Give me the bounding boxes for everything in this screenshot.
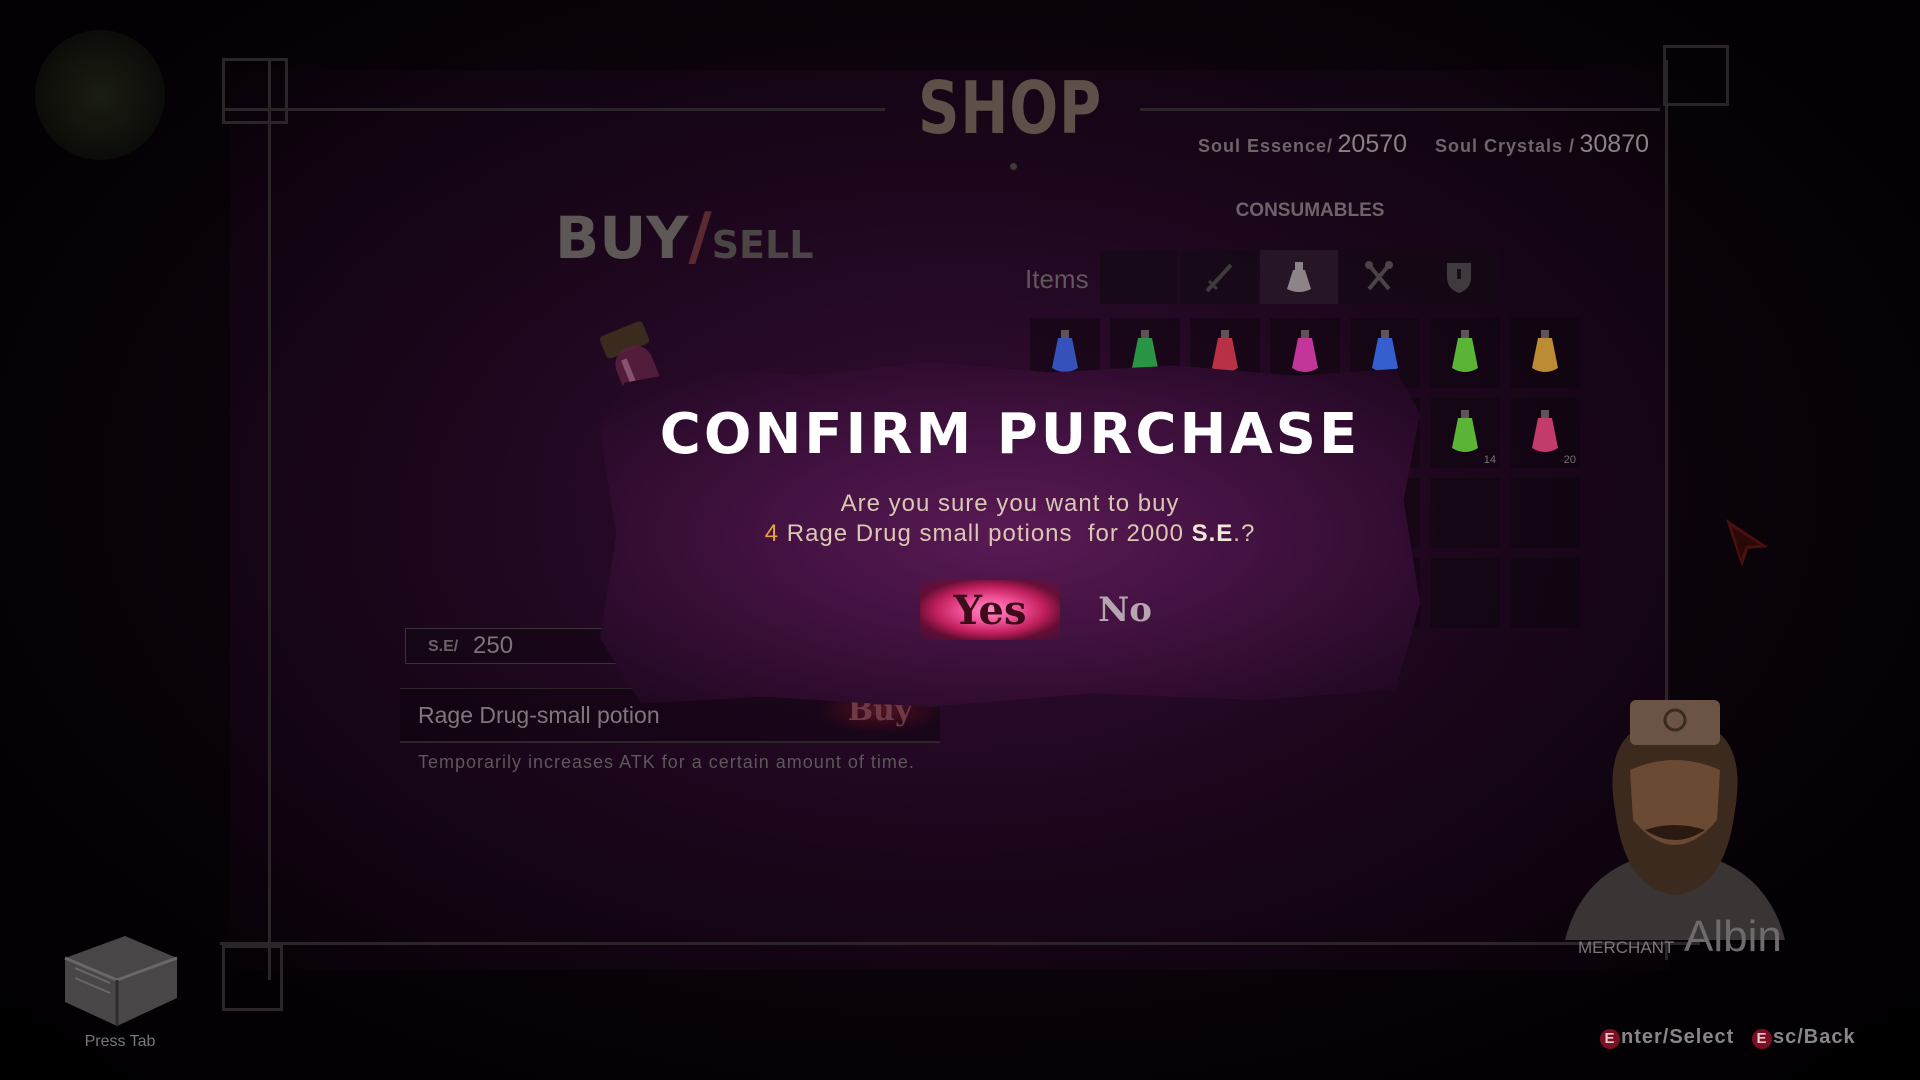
soul-crystals-value: 30870 [1579, 130, 1650, 158]
dialog-suffix: .? [1233, 520, 1256, 547]
tools-icon [1365, 261, 1393, 291]
item-slot[interactable] [1430, 318, 1500, 388]
enter-hint-text: nter/Select [1621, 1026, 1735, 1048]
items-label: Items [1025, 264, 1089, 294]
dialog-currency: S.E [1191, 520, 1234, 547]
price-value: 250 [473, 632, 514, 659]
dialog-quantity: 4 [764, 520, 780, 547]
frame-left [268, 60, 271, 980]
enter-key-icon: E [1600, 1029, 1620, 1049]
soul-essence-label: Soul Essence/ [1198, 136, 1334, 156]
tab-consumables[interactable] [1260, 250, 1338, 304]
item-slot[interactable] [1510, 318, 1580, 388]
item-slot[interactable]: 20 [1510, 398, 1580, 468]
frame-corner-tl [222, 58, 288, 124]
item-description: Temporarily increases ATK for a certain … [418, 752, 915, 772]
soul-crystals: Soul Crystals / 30870 [1435, 130, 1649, 159]
item-slot[interactable] [1510, 478, 1580, 548]
frame-top-left [225, 108, 885, 111]
sell-tab[interactable]: SELL [712, 223, 814, 267]
merchant-name: Albin [1684, 912, 1782, 961]
item-slot[interactable] [1430, 478, 1500, 548]
no-button[interactable]: No [1080, 582, 1170, 638]
buy-tab[interactable]: BUY [555, 204, 688, 272]
dialog-title: CONFIRM PURCHASE [659, 402, 1361, 467]
price-label: S.E/ [428, 638, 459, 655]
merchant-portrait [1565, 700, 1785, 940]
frame-corner-bl [222, 945, 283, 1011]
potion-icon [1525, 408, 1565, 463]
category-title: CONSUMABLES [1235, 200, 1385, 221]
item-slot[interactable] [1510, 558, 1580, 628]
soul-essence-value: 20570 [1337, 130, 1408, 158]
item-slot[interactable] [1430, 558, 1500, 628]
esc-hint: Esc/Back [1752, 1026, 1856, 1049]
cursor-arrow-icon [1726, 519, 1768, 567]
enter-hint: Enter/Select [1600, 1026, 1734, 1049]
emblem-icon [35, 30, 165, 160]
potion-icon [1525, 328, 1565, 383]
shield-icon [1447, 263, 1471, 293]
merchant-role: MERCHANT [1578, 938, 1675, 957]
press-tab-hint: Press Tab [84, 1033, 156, 1050]
frame-top-right [1140, 108, 1660, 111]
title-dot [1010, 163, 1017, 170]
soul-essence: Soul Essence/ 20570 [1198, 130, 1407, 159]
potion-icon [1445, 328, 1485, 383]
dialog-item-text: Rage Drug small potions for 2000 [779, 520, 1192, 547]
tab-tools[interactable] [1340, 250, 1418, 304]
shop-title: SHOP [917, 66, 1103, 150]
game-screen: SHOP Soul Essence/ 20570 Soul Crystals /… [0, 0, 1920, 1080]
sword-icon [1205, 263, 1233, 293]
item-quantity: 20 [1563, 454, 1576, 466]
yes-button[interactable]: Yes [920, 580, 1060, 640]
buy-sell-toggle: BUY/SELL [555, 200, 813, 274]
book-icon [64, 936, 178, 1026]
frame-corner-tr [1663, 45, 1729, 106]
tab-armor[interactable] [1420, 250, 1498, 304]
frame-bottom [220, 942, 1700, 945]
potion-icon [1287, 262, 1311, 292]
tab-empty[interactable] [1100, 250, 1178, 304]
buy-sell-slash: / [688, 200, 712, 274]
item-quantity: 14 [1483, 454, 1496, 466]
item-name: Rage Drug-small potion [418, 702, 660, 728]
esc-hint-text: sc/Back [1773, 1026, 1856, 1048]
dialog-detail: 4 Rage Drug small potions for 2000 S.E.? [600, 520, 1420, 548]
soul-crystals-label: Soul Crystals / [1435, 136, 1576, 156]
potion-icon [1445, 408, 1485, 463]
esc-key-icon: E [1752, 1029, 1772, 1049]
item-slot[interactable]: 14 [1430, 398, 1500, 468]
dialog-question: Are you sure you want to buy [840, 490, 1180, 517]
tab-weapons[interactable] [1180, 250, 1258, 304]
